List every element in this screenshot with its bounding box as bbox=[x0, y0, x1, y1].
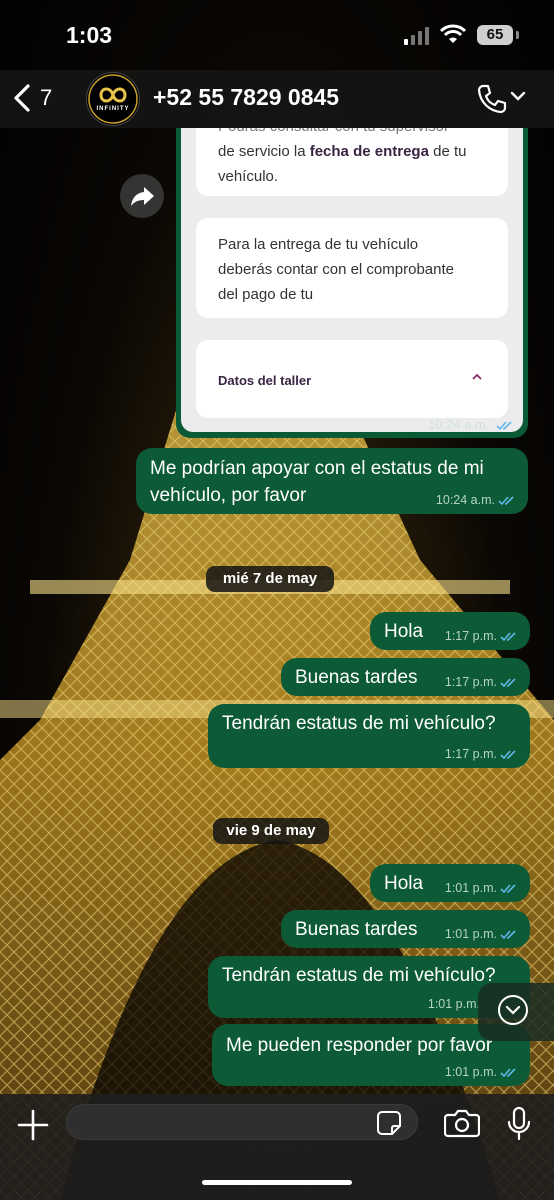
message-text-line: Me podrían apoyar con el estatus de mi bbox=[150, 458, 484, 479]
wifi-icon bbox=[440, 24, 466, 43]
message-time: 1:01 p.m. bbox=[444, 1065, 497, 1079]
message-text: Tendrán estatus de mi vehículo? bbox=[222, 713, 496, 734]
sticker-icon[interactable] bbox=[376, 1110, 402, 1136]
card-box1-line2: vehículo. bbox=[218, 168, 279, 185]
card-delivery-date-box: Podrás consultar con tu supervisor de se… bbox=[196, 128, 508, 196]
battery-indicator: 65 bbox=[477, 25, 513, 45]
back-chevron-icon[interactable] bbox=[10, 82, 40, 114]
double-check-icon bbox=[496, 421, 512, 431]
message-meta: 1:17 p.m. bbox=[445, 675, 518, 689]
message-bubble[interactable]: Buenas tardes 1:17 p.m. bbox=[281, 658, 530, 696]
double-check-icon bbox=[500, 632, 516, 642]
card-box2-line2: deberás contar con el comprobante bbox=[218, 261, 454, 278]
message-meta: 10:24 a.m. bbox=[436, 493, 516, 507]
unread-count[interactable]: 7 bbox=[40, 85, 52, 111]
card-text: de servicio la bbox=[218, 143, 310, 160]
message-text: Hola bbox=[384, 621, 424, 642]
message-meta: 1:01 p.m. bbox=[428, 997, 480, 1011]
message-meta: 1:01 p.m. bbox=[445, 881, 518, 895]
double-check-icon bbox=[500, 750, 516, 760]
message-input[interactable] bbox=[66, 1104, 418, 1140]
chat-header: 7 INFINITY +52 55 7829 0845 bbox=[0, 70, 554, 128]
chevron-down-icon[interactable] bbox=[510, 90, 526, 102]
message-meta: 1:17 p.m. bbox=[445, 629, 518, 643]
message-bubble[interactable]: Buenas tardes 1:01 p.m. bbox=[281, 910, 530, 948]
card-box2-line3: del pago de tu bbox=[218, 286, 314, 303]
double-check-icon bbox=[500, 884, 516, 894]
message-text: Tendrán estatus de mi vehículo? bbox=[222, 965, 496, 986]
message-time: 1:17 p.m. bbox=[444, 629, 497, 643]
double-check-icon bbox=[498, 496, 514, 506]
card-bold-text: fecha de entrega bbox=[309, 143, 429, 160]
message-text: Buenas tardes bbox=[295, 919, 418, 940]
double-check-icon bbox=[500, 930, 516, 940]
message-time: 10:24 a.m. bbox=[428, 417, 514, 432]
message-text: Me pueden responder por favor bbox=[226, 1035, 493, 1056]
card-box2-line1: Para la entrega de tu vehículo bbox=[218, 236, 419, 253]
contact-avatar[interactable]: INFINITY bbox=[86, 72, 140, 126]
card-delivery-requirements-box: Para la entrega de tu vehículo deberás c… bbox=[196, 218, 508, 318]
double-check-icon bbox=[500, 678, 516, 688]
double-check-icon bbox=[500, 1068, 516, 1078]
date-separator: mié 7 de may bbox=[206, 566, 334, 592]
camera-icon[interactable] bbox=[444, 1108, 480, 1138]
message-bubble[interactable]: Hola 1:01 p.m. bbox=[370, 864, 530, 902]
message-time: 1:01 p.m. bbox=[427, 997, 480, 1011]
message-bubble[interactable]: Tendrán estatus de mi vehículo? 1:17 p.m… bbox=[208, 704, 530, 768]
status-bar: 1:03 65 bbox=[0, 0, 554, 70]
card-box1-line1: de servicio la fecha de entrega de tu bbox=[218, 139, 508, 164]
forward-button[interactable] bbox=[120, 174, 164, 218]
battery-nub bbox=[516, 31, 519, 39]
microphone-icon[interactable] bbox=[506, 1106, 532, 1142]
scroll-circle bbox=[498, 995, 528, 1025]
chevron-down-icon bbox=[505, 1005, 521, 1015]
avatar-label: INFINITY bbox=[96, 106, 130, 112]
card-time: 10:24 a.m. bbox=[427, 417, 490, 432]
message-time: 1:17 p.m. bbox=[444, 675, 497, 689]
share-forward-icon bbox=[131, 187, 154, 206]
message-time: 1:01 p.m. bbox=[444, 927, 497, 941]
workshop-section-label: Datos del taller bbox=[218, 373, 312, 388]
home-indicator bbox=[202, 1180, 352, 1185]
message-text: Buenas tardes bbox=[295, 667, 418, 688]
contact-name[interactable]: +52 55 7829 0845 bbox=[153, 84, 339, 111]
card-box1-line0: Podrás consultar con tu supervisor bbox=[218, 128, 508, 139]
caret-up-icon[interactable] bbox=[470, 372, 484, 382]
message-time: 10:24 a.m. bbox=[435, 493, 495, 507]
message-meta: 1:01 p.m. bbox=[445, 927, 518, 941]
scroll-to-bottom-button[interactable] bbox=[478, 983, 554, 1041]
message-meta: 1:17 p.m. bbox=[445, 747, 518, 761]
cellular-signal-icon bbox=[404, 27, 429, 45]
shared-card: Podrás consultar con tu supervisor de se… bbox=[181, 128, 523, 432]
message-text: Hola bbox=[384, 873, 424, 894]
infinity-logo-icon bbox=[88, 74, 138, 124]
plus-icon[interactable] bbox=[16, 1108, 50, 1142]
phone-call-icon[interactable] bbox=[475, 82, 507, 114]
message-bubble[interactable]: Hola 1:17 p.m. bbox=[370, 612, 530, 650]
message-time: 1:17 p.m. bbox=[444, 747, 497, 761]
card-text: de tu bbox=[428, 143, 467, 160]
message-input-bar bbox=[0, 1094, 554, 1200]
date-separator: vie 9 de may bbox=[213, 818, 329, 844]
message-bubble[interactable]: Me podrían apoyar con el estatus de mi v… bbox=[136, 448, 528, 514]
shared-card-message[interactable]: Podrás consultar con tu supervisor de se… bbox=[176, 128, 528, 438]
status-time: 1:03 bbox=[66, 22, 113, 48]
card-workshop-section[interactable]: Datos del taller bbox=[196, 340, 508, 418]
message-time: 1:01 p.m. bbox=[444, 881, 497, 895]
message-meta: 1:01 p.m. bbox=[445, 1065, 518, 1079]
